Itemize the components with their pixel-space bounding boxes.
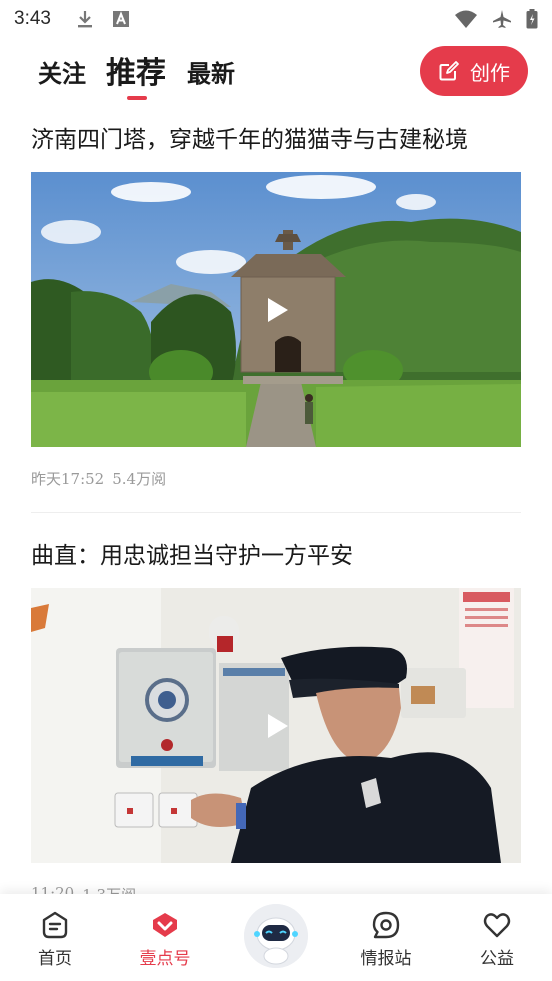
article-views: 1.3万阅 bbox=[82, 884, 136, 894]
robot-icon bbox=[244, 904, 308, 968]
status-left-icons bbox=[75, 9, 131, 29]
heart-icon bbox=[483, 913, 511, 938]
article-time: 昨天17:52 bbox=[31, 470, 105, 488]
status-right-icons bbox=[454, 9, 538, 29]
intel-icon bbox=[372, 911, 400, 939]
nav-label-home: 首页 bbox=[38, 949, 72, 969]
active-tab-indicator bbox=[127, 96, 147, 100]
bottom-nav: 首页 壹点号 情报站 公益 bbox=[0, 894, 552, 981]
status-time: 3:43 bbox=[14, 8, 51, 29]
battery-icon bbox=[526, 9, 538, 29]
create-button[interactable]: 创作 bbox=[420, 46, 528, 96]
status-bar: 3:43 bbox=[0, 0, 552, 38]
play-icon[interactable] bbox=[266, 712, 290, 740]
yidian-icon bbox=[153, 913, 177, 937]
edit-icon bbox=[439, 61, 459, 81]
app-screen: 3:43 关注 推荐 最新 创作 济南四门塔，穿越千年的猫猫寺与古建秘境 昨天1… bbox=[0, 0, 552, 981]
article-title[interactable]: 曲直：用忠诚担当守护一方平安 bbox=[31, 536, 353, 570]
article-image[interactable] bbox=[31, 588, 521, 863]
article-time: 11:20 bbox=[31, 884, 75, 894]
font-icon bbox=[112, 11, 129, 27]
article-image[interactable] bbox=[31, 172, 521, 447]
article-views: 5.4万阅 bbox=[112, 470, 167, 488]
tab-recommend[interactable]: 推荐 bbox=[106, 48, 166, 92]
nav-label-yidian: 壹点号 bbox=[139, 949, 191, 969]
home-icon bbox=[42, 911, 68, 939]
top-nav: 关注 推荐 最新 创作 bbox=[0, 40, 552, 102]
nav-item-intel[interactable]: 情报站 bbox=[346, 910, 426, 969]
airplane-icon bbox=[493, 10, 511, 28]
nav-item-charity[interactable]: 公益 bbox=[457, 910, 537, 969]
create-button-label: 创作 bbox=[470, 62, 510, 85]
nav-item-home[interactable]: 首页 bbox=[15, 910, 95, 969]
tab-follow[interactable]: 关注 bbox=[38, 54, 86, 89]
feed: 济南四门塔，穿越千年的猫猫寺与古建秘境 昨天17:52 5.4万阅 曲直：用忠诚… bbox=[0, 104, 552, 894]
divider bbox=[31, 512, 521, 513]
play-icon[interactable] bbox=[266, 296, 290, 324]
article-meta: 11:20 1.3万阅 bbox=[31, 884, 136, 894]
article-meta: 昨天17:52 5.4万阅 bbox=[31, 468, 166, 489]
nav-item-yidian[interactable]: 壹点号 bbox=[125, 910, 205, 969]
download-icon bbox=[77, 11, 92, 28]
nav-label-intel: 情报站 bbox=[360, 949, 412, 969]
article-title[interactable]: 济南四门塔，穿越千年的猫猫寺与古建秘境 bbox=[31, 120, 468, 154]
wifi-icon bbox=[455, 10, 477, 28]
nav-label-charity: 公益 bbox=[480, 949, 514, 969]
tab-latest[interactable]: 最新 bbox=[187, 54, 235, 89]
robot-assistant-button[interactable] bbox=[244, 904, 308, 968]
